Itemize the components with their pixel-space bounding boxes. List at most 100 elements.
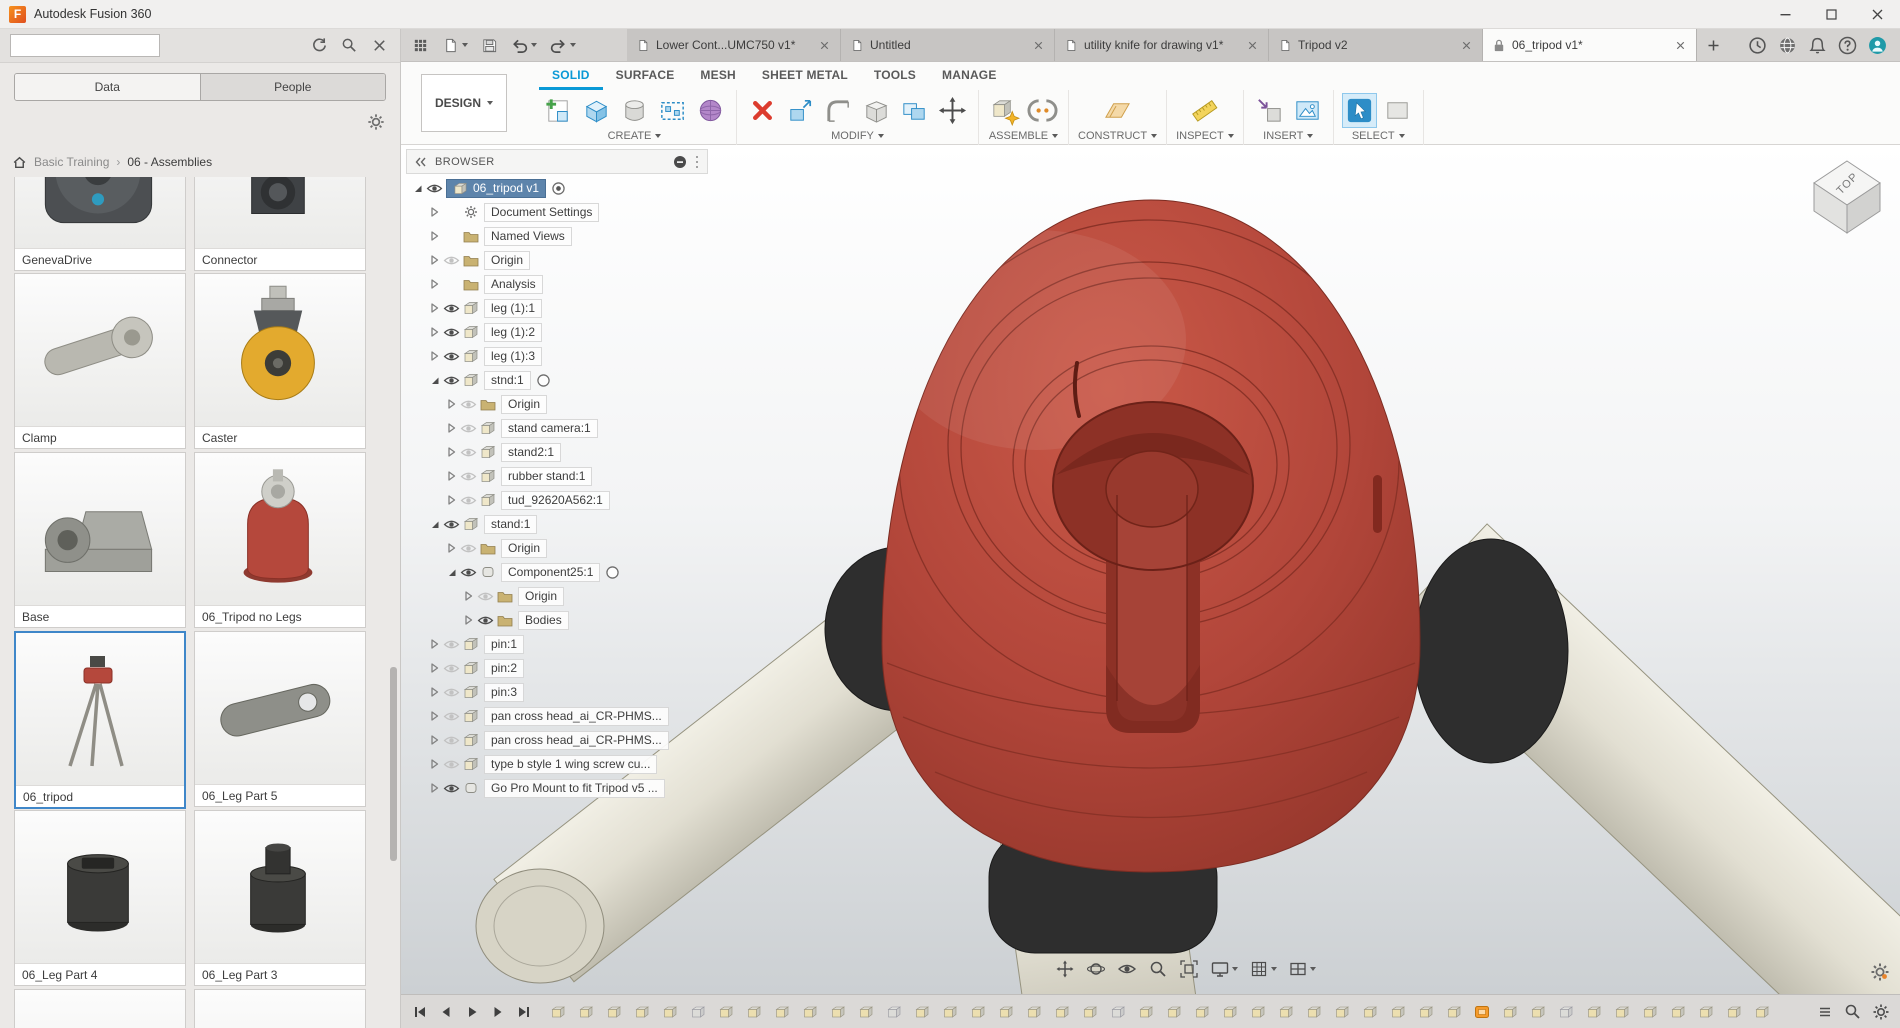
document-tab[interactable]: 06_tripod v1* — [1483, 29, 1697, 61]
browser-item-label[interactable]: Component25:1 — [501, 562, 601, 582]
timeline-feature-component[interactable] — [1165, 1003, 1183, 1021]
options-list-icon[interactable] — [1816, 1003, 1834, 1021]
move-button[interactable] — [936, 94, 969, 127]
visibility-eye-icon[interactable] — [443, 710, 460, 723]
visibility-eye-icon[interactable] — [443, 734, 460, 747]
timeline-feature-component[interactable] — [1193, 1003, 1211, 1021]
job-status-icon[interactable] — [1748, 36, 1767, 55]
timeline-feature-component[interactable] — [1305, 1003, 1323, 1021]
viewports-button[interactable] — [1286, 957, 1318, 981]
timeline-feature-joint[interactable] — [885, 1003, 903, 1021]
visibility-eye-icon[interactable] — [460, 422, 477, 435]
expand-collapsed-icon[interactable] — [461, 589, 476, 603]
ribbon-group-dropdown[interactable]: CONSTRUCT — [1078, 128, 1158, 144]
timeline-feature-component[interactable] — [1137, 1003, 1155, 1021]
shell-button[interactable] — [860, 94, 893, 127]
joint-button[interactable] — [1026, 94, 1059, 127]
browser-item-label[interactable]: Origin — [501, 394, 548, 414]
timeline-feature-component[interactable] — [1389, 1003, 1407, 1021]
viewport-settings-gear-icon[interactable] — [1870, 962, 1890, 982]
timeline-feature-component[interactable] — [1333, 1003, 1351, 1021]
ribbon-tab-surface[interactable]: SURFACE — [603, 62, 688, 90]
activate-radio-icon[interactable] — [551, 181, 566, 196]
browser-item-label[interactable]: Origin — [484, 250, 531, 270]
ribbon-tab-tools[interactable]: TOOLS — [861, 62, 929, 90]
visibility-eye-icon[interactable] — [443, 758, 460, 771]
look-at-button[interactable] — [1115, 957, 1139, 981]
browser-item-label[interactable]: pin:2 — [484, 658, 525, 678]
timeline-feature-component[interactable] — [941, 1003, 959, 1021]
timeline-feature-component[interactable] — [1221, 1003, 1239, 1021]
new-component-button[interactable] — [988, 94, 1021, 127]
timeline-feature-active[interactable] — [1473, 1003, 1491, 1021]
create-box-button[interactable] — [580, 94, 613, 127]
browser-item-label[interactable]: stand2:1 — [501, 442, 562, 462]
insert-decal-button[interactable] — [1291, 94, 1324, 127]
file-menu-button[interactable] — [437, 32, 473, 58]
visibility-eye-icon[interactable] — [443, 662, 460, 675]
data-panel-scrollbar[interactable] — [390, 667, 397, 861]
browser-item-label[interactable]: pin:1 — [484, 634, 525, 654]
data-panel-item[interactable]: Caster — [194, 273, 366, 449]
expand-collapsed-icon[interactable] — [427, 325, 442, 339]
panel-settings-gear-icon[interactable] — [367, 113, 385, 131]
timeline-feature-component[interactable] — [773, 1003, 791, 1021]
visibility-eye-icon[interactable] — [477, 614, 494, 627]
undo-button[interactable] — [506, 32, 542, 58]
visibility-eye-icon[interactable] — [460, 542, 477, 555]
visibility-eye-icon[interactable] — [443, 782, 460, 795]
document-tab[interactable]: Untitled — [841, 29, 1055, 61]
browser-item-label[interactable]: stand:1 — [484, 514, 538, 534]
browser-item-label[interactable]: tud_92620A562:1 — [501, 490, 610, 510]
timeline-feature-component[interactable] — [1445, 1003, 1463, 1021]
timeline-feature-component[interactable] — [1725, 1003, 1743, 1021]
create-form-button[interactable] — [694, 94, 727, 127]
timeline-feature-component[interactable] — [1613, 1003, 1631, 1021]
expand-collapsed-icon[interactable] — [427, 229, 442, 243]
close-tab-icon[interactable] — [1460, 39, 1473, 52]
select-box-button[interactable] — [1381, 94, 1414, 127]
redo-button[interactable] — [545, 32, 581, 58]
grid-settings-button[interactable] — [1247, 957, 1279, 981]
visibility-eye-icon[interactable] — [477, 590, 494, 603]
pan-button[interactable] — [1053, 957, 1077, 981]
timeline-feature-component[interactable] — [717, 1003, 735, 1021]
maximize-button[interactable] — [1808, 0, 1854, 28]
expand-expanded-icon[interactable] — [444, 565, 459, 579]
ribbon-group-dropdown[interactable]: INSPECT — [1176, 128, 1234, 144]
timeline-feature-component[interactable] — [1277, 1003, 1295, 1021]
timeline-feature-component[interactable] — [633, 1003, 651, 1021]
activate-radio-icon[interactable] — [536, 373, 551, 388]
fit-button[interactable] — [1177, 957, 1201, 981]
browser-item-label[interactable]: 06_tripod v1 — [446, 178, 547, 198]
ribbon-tab-mesh[interactable]: MESH — [687, 62, 748, 90]
delete-button[interactable] — [746, 94, 779, 127]
visibility-eye-icon[interactable] — [460, 494, 477, 507]
browser-item-label[interactable]: Analysis — [484, 274, 543, 294]
viewcube[interactable]: TOP — [1804, 153, 1890, 239]
breadcrumb-parent[interactable]: Basic Training — [34, 155, 109, 169]
expand-collapsed-icon[interactable] — [427, 709, 442, 723]
activate-radio-icon[interactable] — [605, 565, 620, 580]
browser-grip[interactable] — [694, 154, 700, 170]
ribbon-tab-solid[interactable]: SOLID — [539, 62, 603, 90]
expand-expanded-icon[interactable] — [427, 517, 442, 531]
ribbon-group-dropdown[interactable]: INSERT — [1263, 128, 1314, 144]
data-panel-item[interactable]: 06_tripod — [14, 631, 186, 809]
minimize-button[interactable] — [1762, 0, 1808, 28]
close-button[interactable] — [1854, 0, 1900, 28]
tab-data[interactable]: Data — [15, 74, 200, 100]
settings-gear-icon[interactable] — [1872, 1003, 1890, 1021]
browser-item-label[interactable]: pan cross head_ai_CR-PHMS... — [484, 730, 669, 750]
go-to-start-button[interactable] — [409, 1002, 431, 1022]
close-tab-icon[interactable] — [1032, 39, 1045, 52]
close-tab-icon[interactable] — [818, 39, 831, 52]
timeline-feature-joint[interactable] — [1557, 1003, 1575, 1021]
construction-plane-button[interactable] — [1101, 94, 1134, 127]
expand-collapsed-icon[interactable] — [427, 757, 442, 771]
ribbon-group-dropdown[interactable]: CREATE — [608, 128, 662, 144]
timeline-feature-component[interactable] — [857, 1003, 875, 1021]
visibility-eye-icon[interactable] — [443, 326, 460, 339]
browser-item-label[interactable]: Named Views — [484, 226, 572, 246]
timeline-feature-component[interactable] — [745, 1003, 763, 1021]
